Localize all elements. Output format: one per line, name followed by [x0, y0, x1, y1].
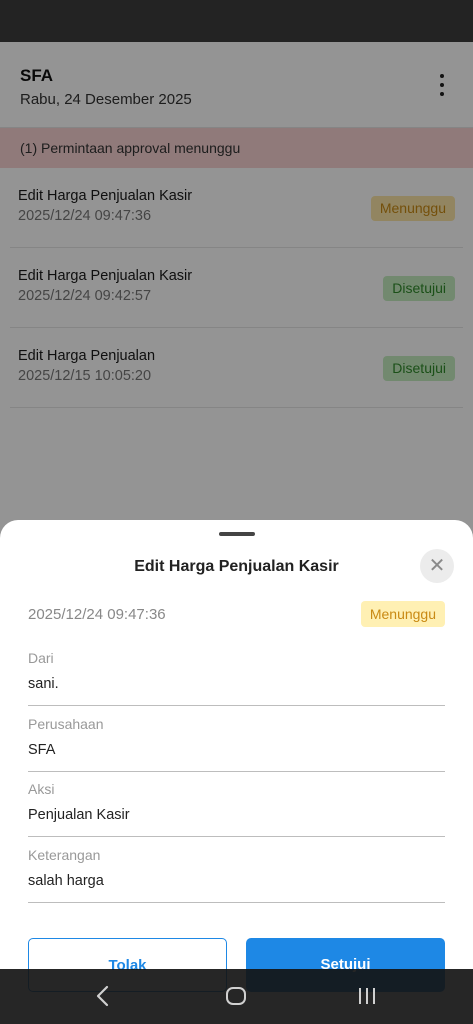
request-time: 2025/12/24 09:47:36: [28, 606, 166, 623]
system-navigation-bar: [0, 969, 473, 1024]
field-from: Dari sani.: [28, 650, 445, 706]
field-label: Perusahaan: [28, 716, 104, 732]
field-action: Aksi Penjualan Kasir: [28, 781, 445, 837]
recents-icon[interactable]: [356, 984, 378, 1008]
field-label: Aksi: [28, 781, 55, 797]
field-value: Penjualan Kasir: [28, 807, 130, 823]
field-value: sani.: [28, 676, 59, 692]
close-icon[interactable]: ✕: [420, 549, 454, 583]
field-notes: Keterangan salah harga: [28, 847, 445, 903]
field-value: SFA: [28, 742, 56, 758]
field-label: Keterangan: [28, 847, 101, 863]
back-icon[interactable]: [92, 984, 114, 1008]
drag-handle[interactable]: [219, 532, 255, 536]
field-company: Perusahaan SFA: [28, 716, 445, 772]
sheet-title: Edit Harga Penjualan Kasir: [134, 558, 339, 575]
status-bar: [0, 0, 473, 42]
approval-bottom-sheet: Edit Harga Penjualan Kasir ✕ 2025/12/24 …: [0, 520, 473, 1024]
home-icon[interactable]: [224, 984, 248, 1008]
field-value: salah harga: [28, 873, 104, 889]
field-label: Dari: [28, 650, 54, 666]
status-badge: Menunggu: [360, 601, 445, 627]
